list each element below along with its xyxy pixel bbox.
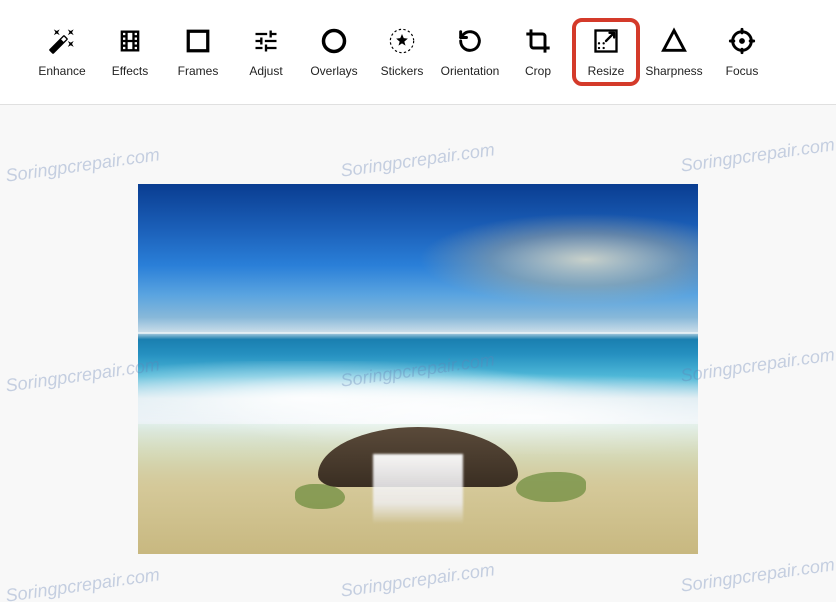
star-badge-icon [387, 26, 417, 56]
tool-adjust[interactable]: Adjust [232, 18, 300, 86]
tool-frames[interactable]: Frames [164, 18, 232, 86]
tool-focus[interactable]: Focus [708, 18, 776, 86]
crop-icon [523, 26, 553, 56]
canvas-area [0, 105, 836, 602]
circle-icon [319, 26, 349, 56]
tool-resize[interactable]: Resize [572, 18, 640, 86]
square-icon [183, 26, 213, 56]
tool-label: Adjust [249, 64, 282, 78]
tool-label: Enhance [38, 64, 85, 78]
tool-label: Resize [588, 64, 625, 78]
tool-stickers[interactable]: Stickers [368, 18, 436, 86]
sliders-icon [251, 26, 281, 56]
rotate-icon [455, 26, 485, 56]
target-icon [727, 26, 757, 56]
tool-orientation[interactable]: Orientation [436, 18, 504, 86]
resize-icon [591, 26, 621, 56]
tool-label: Overlays [310, 64, 357, 78]
filmstrip-icon [115, 26, 145, 56]
tool-label: Sharpness [645, 64, 702, 78]
magic-wand-icon [47, 26, 77, 56]
triangle-icon [659, 26, 689, 56]
tool-sharpness[interactable]: Sharpness [640, 18, 708, 86]
tool-label: Stickers [381, 64, 424, 78]
image-preview[interactable] [138, 184, 698, 554]
tool-label: Crop [525, 64, 551, 78]
tool-label: Orientation [441, 64, 500, 78]
tool-effects[interactable]: Effects [96, 18, 164, 86]
toolbar: Enhance Effects Frames Adjust Overlays S… [0, 0, 836, 105]
tool-enhance[interactable]: Enhance [28, 18, 96, 86]
tool-overlays[interactable]: Overlays [300, 18, 368, 86]
tool-label: Frames [178, 64, 219, 78]
tool-crop[interactable]: Crop [504, 18, 572, 86]
tool-label: Effects [112, 64, 148, 78]
tool-label: Focus [726, 64, 759, 78]
